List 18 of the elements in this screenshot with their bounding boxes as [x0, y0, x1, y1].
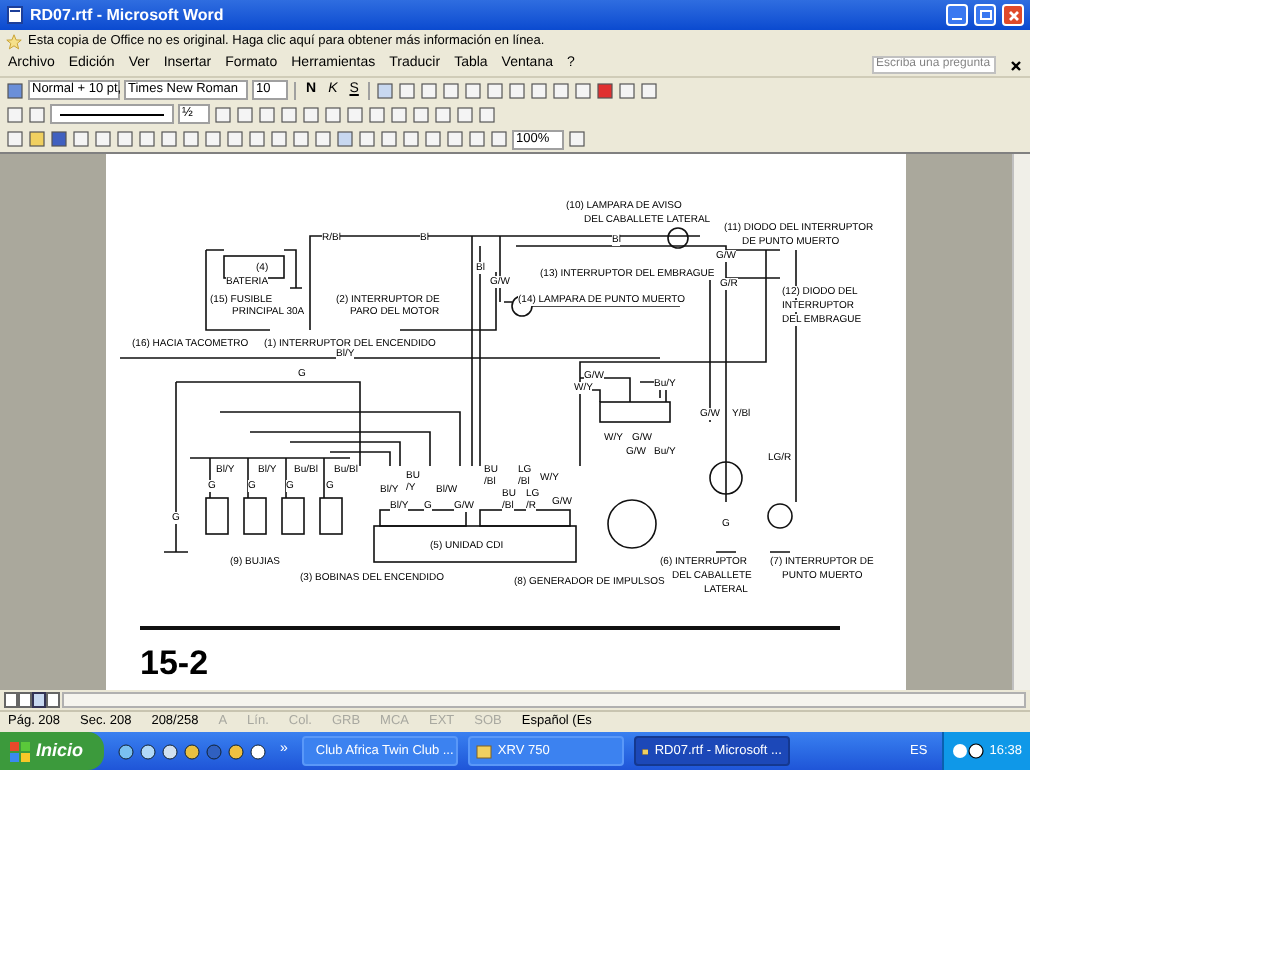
line-style-dropdown[interactable] — [50, 104, 174, 124]
horizontal-scrollbar[interactable] — [62, 692, 1026, 708]
document-icon — [6, 6, 24, 24]
close-icon — [1007, 9, 1019, 21]
close-button[interactable] — [1002, 4, 1024, 26]
tray-icon[interactable] — [951, 742, 984, 760]
maximize-button[interactable] — [974, 4, 996, 26]
app-icon — [641, 743, 649, 759]
start-button[interactable]: Inicio — [0, 732, 104, 770]
minimize-button[interactable] — [946, 4, 968, 26]
window-title: RD07.rtf - Microsoft Word — [30, 3, 226, 27]
app-icon — [475, 743, 492, 759]
star-icon — [6, 34, 22, 50]
vertical-scrollbar[interactable] — [1012, 154, 1030, 690]
close-icon[interactable] — [1010, 59, 1022, 71]
windows-logo-icon — [10, 741, 30, 761]
view-buttons-icon[interactable] — [4, 692, 60, 708]
page-heading: 15-2 — [140, 646, 209, 682]
